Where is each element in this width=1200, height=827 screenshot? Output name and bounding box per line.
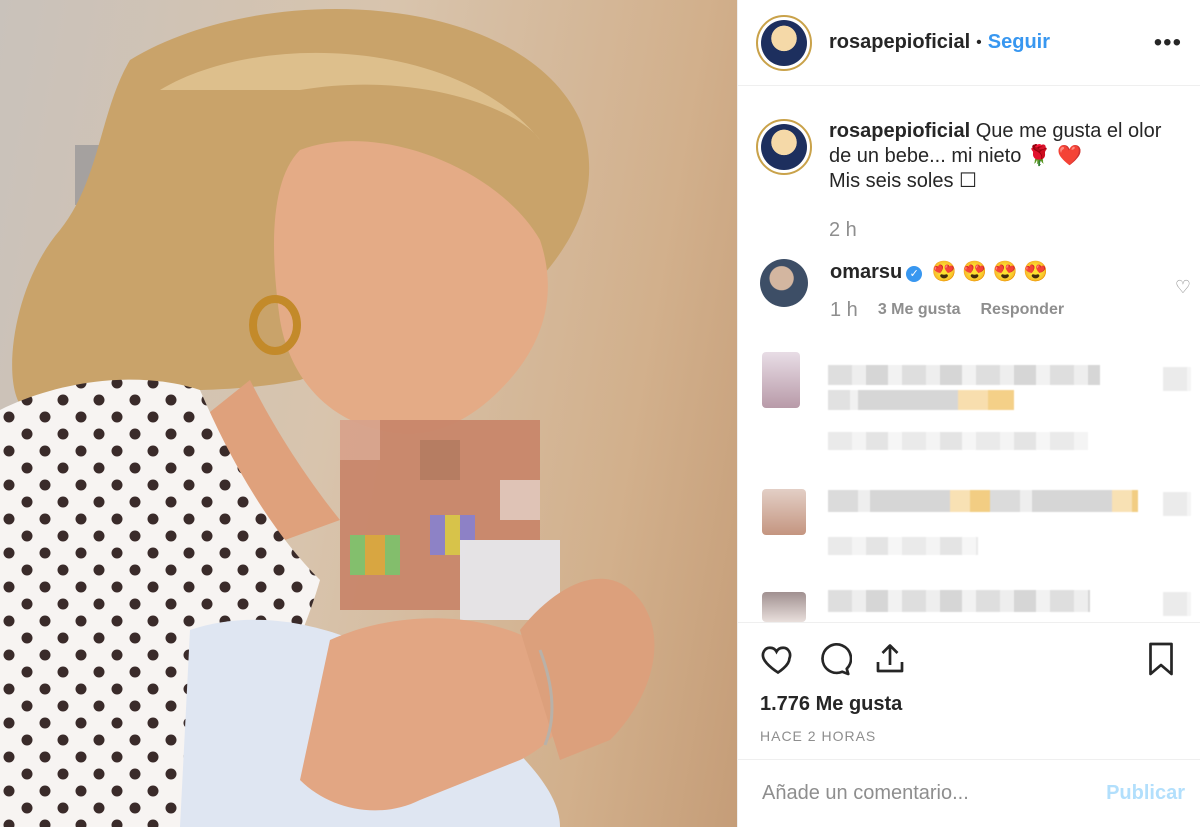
comment-like-heart-icon[interactable]: ♡ [1175,277,1191,298]
caption-body: rosapepioficial Que me gusta el olor de … [829,119,1161,243]
author-avatar[interactable] [756,14,812,71]
caption-line-2: de un bebe... mi nieto 🌹 ❤️ [829,145,1083,167]
commenter-username[interactable]: omarsu [830,261,902,283]
redacted-comment-meta [828,432,1088,450]
bookmark-icon[interactable] [1143,641,1179,677]
post-header: rosapepioficial • Seguir ••• [738,0,1200,86]
redacted-comment-text [828,390,1014,410]
comment-text: 😍 😍 😍 😍 [931,261,1049,283]
redacted-like-icon [1163,492,1191,516]
redacted-avatar [762,489,806,535]
post-side-panel: rosapepioficial • Seguir ••• rosapepiofi… [737,0,1200,827]
comment-item: omarsu ✓ 😍 😍 😍 😍 1 h 3 Me gusta Responder… [738,243,1200,323]
reply-button[interactable]: Responder [981,297,1065,323]
caption-time[interactable]: 2 h [829,218,1161,243]
caption: rosapepioficial Que me gusta el olor de … [738,87,1200,243]
follow-button[interactable]: Seguir [988,31,1050,54]
redacted-comment-text [828,490,1138,512]
comment-likes[interactable]: 3 Me gusta [878,297,961,323]
post-photo[interactable] [0,0,737,827]
comment-input[interactable] [762,782,1107,805]
post-photo-illustration [0,9,655,827]
post-date[interactable]: HACE 2 HORAS [760,728,1179,744]
publish-button[interactable]: Publicar [1106,782,1185,805]
comments-list[interactable]: rosapepioficial Que me gusta el olor de … [738,87,1200,622]
commenter-avatar[interactable] [760,259,808,307]
action-icons [760,641,1179,677]
comment-bubble-icon[interactable] [816,641,852,677]
redacted-like-icon [1163,367,1191,391]
verified-badge-icon: ✓ [906,266,923,282]
redacted-like-icon [1163,592,1191,616]
caption-avatar[interactable] [756,119,812,175]
comment-time[interactable]: 1 h [830,297,858,323]
redacted-avatar [762,352,800,408]
caption-line-3: Mis seis soles ☐ [829,170,977,192]
header-separator: • [976,33,982,51]
instagram-post: rosapepioficial • Seguir ••• rosapepiofi… [0,0,1200,827]
more-horizontal-icon[interactable]: ••• [1154,30,1182,55]
redacted-avatar [762,592,806,622]
likes-count[interactable]: 1.776 Me gusta [760,693,1179,716]
post-actions: 1.776 Me gusta HACE 2 HORAS [738,622,1200,744]
caption-username[interactable]: rosapepioficial [829,120,970,142]
comment-body: omarsu ✓ 😍 😍 😍 😍 1 h 3 Me gusta Responder [830,259,1064,323]
share-icon[interactable] [872,641,908,677]
comment-meta: 1 h 3 Me gusta Responder [830,297,1064,323]
add-comment-bar: Publicar [738,759,1200,827]
like-heart-icon[interactable] [760,641,796,677]
redacted-comment-text [828,590,1090,612]
caption-line-1: Que me gusta el olor [975,120,1162,142]
redacted-comment-text [828,365,1100,385]
redacted-comment-meta [828,537,978,555]
author-username[interactable]: rosapepioficial [829,31,970,54]
